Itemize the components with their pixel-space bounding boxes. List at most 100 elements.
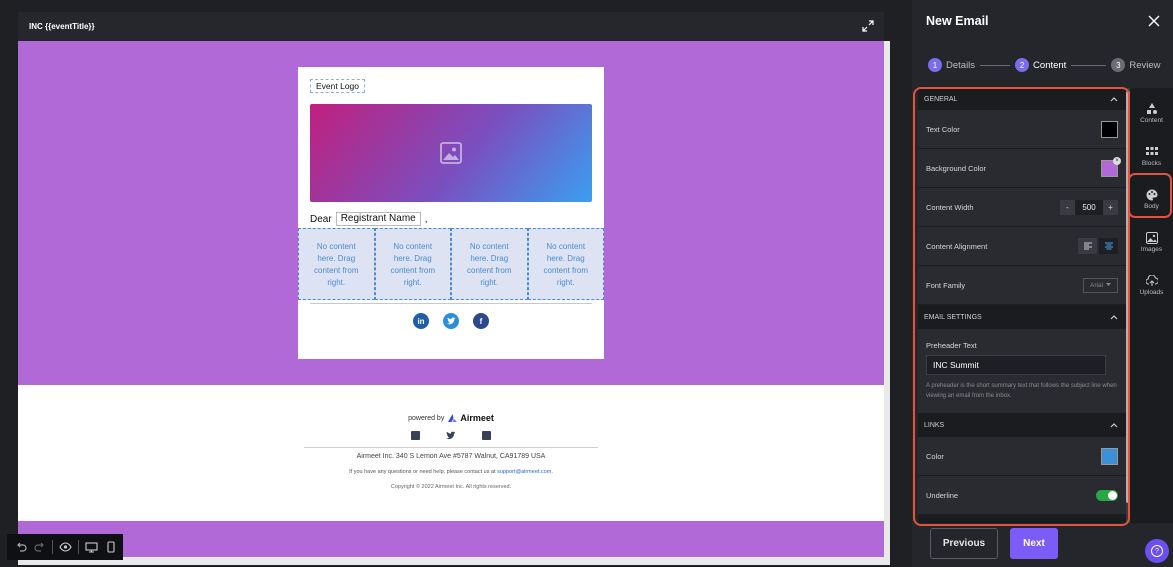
- support-email-link[interactable]: support@airmeet.com: [497, 469, 551, 475]
- footer-twitter-icon[interactable]: [446, 431, 456, 440]
- preheader-label: Preheader Text: [926, 341, 977, 350]
- empty-column-4[interactable]: No content here. Drag content from right…: [527, 228, 604, 300]
- help-button[interactable]: ?: [1145, 539, 1169, 563]
- footer-help-text: If you have any questions or need help, …: [18, 469, 884, 475]
- editor-toolbar: [7, 534, 123, 560]
- background-color-swatch[interactable]: ×: [1101, 156, 1121, 177]
- wizard-stepper: 1 Details 2 Content 3 Review: [928, 57, 1173, 73]
- previous-button[interactable]: Previous: [930, 528, 998, 559]
- step-label: Details: [946, 59, 976, 71]
- tab-content-label: Content: [1140, 116, 1163, 124]
- empty-column-3[interactable]: No content here. Drag content from right…: [451, 228, 528, 300]
- tab-body-label: Body: [1144, 202, 1159, 210]
- step-review[interactable]: 3 Review: [1111, 58, 1160, 72]
- card-divider: [310, 303, 592, 304]
- background-color-label: Background Color: [926, 163, 987, 173]
- undo-icon[interactable]: [14, 541, 27, 554]
- tab-uploads-label: Uploads: [1139, 288, 1164, 296]
- step-label: Review: [1129, 59, 1161, 71]
- font-family-select[interactable]: Arial: [1082, 277, 1118, 293]
- footer-linkedin-icon[interactable]: [411, 431, 420, 440]
- step-number: 3: [1111, 58, 1126, 72]
- align-left-button[interactable]: [1078, 238, 1097, 254]
- airmeet-brand-text: Airmeet: [460, 413, 494, 423]
- tab-blocks-label: Blocks: [1141, 159, 1162, 167]
- content-width-label: Content Width: [926, 202, 974, 212]
- underline-row: Underline: [918, 476, 1130, 515]
- preheader-input[interactable]: [926, 355, 1106, 375]
- close-icon[interactable]: [1147, 14, 1161, 28]
- canvas-horizontal-scrollbar[interactable]: [18, 557, 890, 565]
- canvas-vertical-scrollbar[interactable]: [884, 41, 890, 557]
- hero-image-placeholder[interactable]: [310, 104, 592, 202]
- registrant-name-tag[interactable]: Registrant Name: [335, 212, 421, 226]
- preview-eye-icon[interactable]: [59, 541, 72, 554]
- footer-social-icons: [18, 431, 884, 440]
- footer-facebook-icon[interactable]: [482, 431, 491, 440]
- toolbar-separator: [52, 540, 53, 554]
- empty-column-1[interactable]: No content here. Drag content from right…: [298, 228, 375, 300]
- text-color-swatch[interactable]: [1101, 120, 1118, 138]
- expand-icon[interactable]: [862, 20, 874, 32]
- footer-help-prefix: If you have any questions or need help, …: [349, 469, 496, 475]
- footer-help-suffix: .: [551, 469, 553, 475]
- font-family-value: Arial: [1089, 281, 1103, 289]
- step-content[interactable]: 2 Content: [1015, 58, 1066, 72]
- help-icon: ?: [1151, 545, 1163, 557]
- width-decrease-button[interactable]: -: [1060, 199, 1075, 215]
- email-editor: INC {{eventTitle}} Event Logo Dear Regis…: [0, 0, 912, 567]
- powered-by-text: powered by: [408, 414, 445, 422]
- text-color-label: Text Color: [926, 124, 960, 134]
- step-label: Content: [1033, 59, 1067, 71]
- desktop-view-icon[interactable]: [85, 541, 98, 554]
- background-color-row: Background Color ×: [918, 149, 1130, 188]
- editor-title: INC {{eventTitle}}: [29, 22, 95, 31]
- email-card: Event Logo Dear Registrant Name , No con…: [298, 67, 604, 359]
- facebook-icon[interactable]: f: [473, 313, 489, 329]
- links-section-header[interactable]: LINKS: [918, 413, 1130, 437]
- chevron-up-icon: [1110, 315, 1118, 320]
- image-icon: [1145, 231, 1158, 244]
- empty-column-2[interactable]: No content here. Drag content from right…: [374, 228, 451, 300]
- footer-copyright: Copyright © 2022 Airmeet Inc. All rights…: [390, 484, 512, 490]
- step-details[interactable]: 1 Details: [928, 58, 975, 72]
- twitter-icon[interactable]: [443, 313, 459, 329]
- clear-color-icon[interactable]: ×: [1113, 156, 1121, 165]
- palette-icon: [1146, 189, 1157, 200]
- align-center-button[interactable]: [1099, 238, 1118, 254]
- footer-address: Airmeet Inc. 340 S Lemon Ave #5787 Walnu…: [356, 453, 546, 460]
- content-width-value[interactable]: 500: [1075, 203, 1103, 212]
- align-center-icon: [1104, 242, 1113, 250]
- email-canvas: Event Logo Dear Registrant Name , No con…: [18, 41, 884, 557]
- event-logo-placeholder[interactable]: Event Logo: [310, 79, 366, 93]
- tab-blocks[interactable]: Blocks: [1130, 135, 1173, 177]
- chevron-up-icon: [1110, 423, 1118, 428]
- link-color-label: Color: [926, 451, 944, 461]
- next-button[interactable]: Next: [1010, 528, 1058, 559]
- upload-icon: [1145, 274, 1158, 286]
- underline-toggle[interactable]: [1096, 489, 1118, 501]
- link-color-swatch[interactable]: [1101, 447, 1118, 465]
- grid-icon: [1145, 146, 1158, 155]
- empty-columns-block: No content here. Drag content from right…: [298, 228, 604, 300]
- step-connector: [1071, 64, 1107, 66]
- tab-content[interactable]: Content: [1130, 92, 1173, 134]
- tab-body[interactable]: Body: [1130, 178, 1173, 220]
- email-settings-section-body: Preheader Text A preheader is the short …: [918, 329, 1130, 413]
- mobile-view-icon[interactable]: [104, 541, 117, 554]
- general-section-header[interactable]: GENERAL: [918, 88, 1130, 110]
- tab-uploads[interactable]: Uploads: [1130, 264, 1173, 306]
- content-width-stepper: - 500 +: [1060, 199, 1118, 215]
- tab-images[interactable]: Images: [1130, 221, 1173, 263]
- width-increase-button[interactable]: +: [1103, 199, 1118, 215]
- email-settings-panel: New Email 1 Details 2 Content 3 Review G…: [912, 0, 1173, 567]
- redo-icon[interactable]: [33, 541, 46, 554]
- greeting-text: Dear: [310, 213, 332, 225]
- step-number: 2: [1015, 58, 1030, 72]
- align-left-icon: [1083, 242, 1092, 250]
- chevron-up-icon: [1110, 97, 1118, 102]
- email-settings-section-header[interactable]: EMAIL SETTINGS: [918, 305, 1130, 329]
- step-number: 1: [928, 58, 942, 72]
- font-family-label: Font Family: [926, 280, 966, 290]
- linkedin-icon[interactable]: in: [413, 313, 429, 329]
